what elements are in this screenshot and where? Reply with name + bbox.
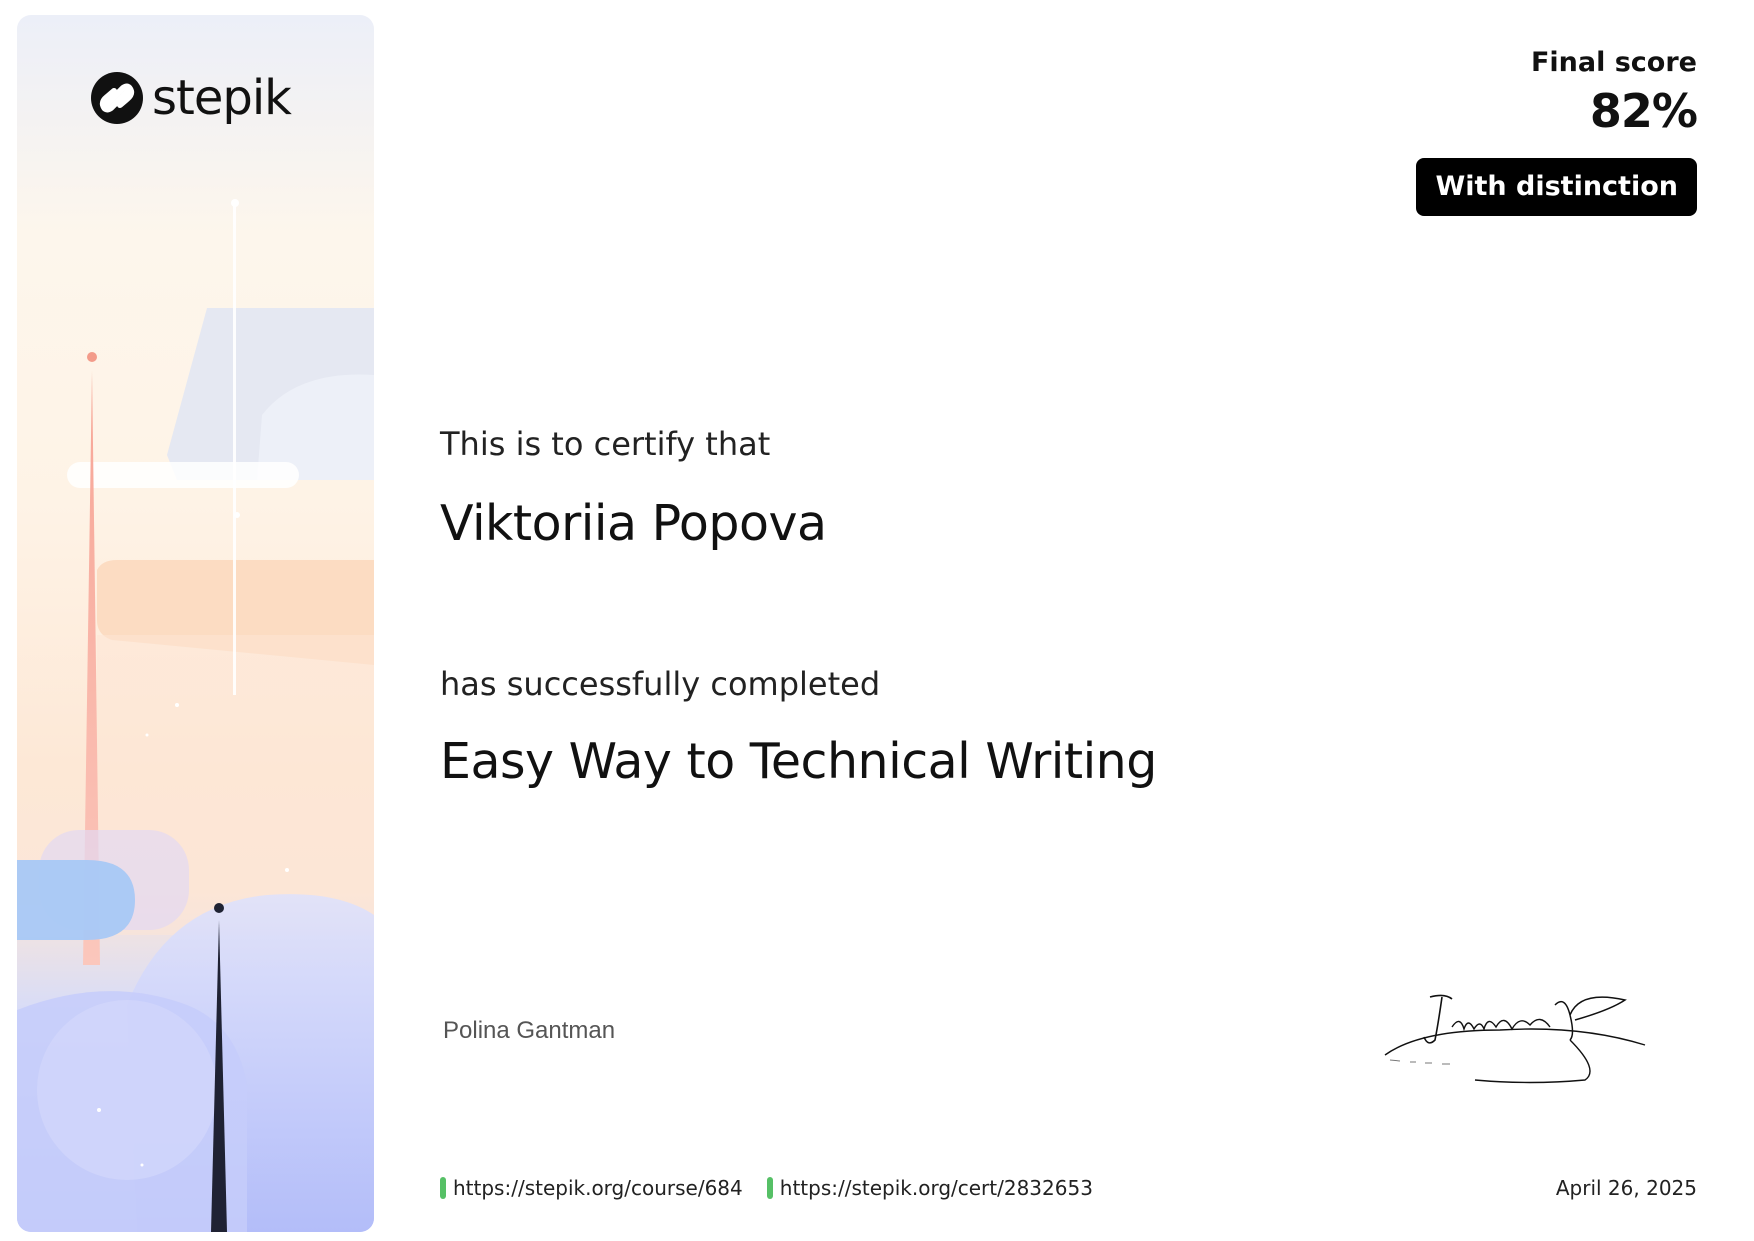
stepik-wordmark: stepik [152,70,292,126]
issue-date: April 26, 2025 [1555,1176,1697,1200]
course-link[interactable]: https://stepik.org/course/684 [440,1176,743,1200]
course-link-text[interactable]: https://stepik.org/course/684 [453,1176,743,1200]
footer-links: https://stepik.org/course/684 https://st… [440,1176,1093,1200]
final-score-label: Final score [1530,47,1697,78]
signer-name: Polina Gantman [443,1017,616,1044]
course-title: Easy Way to Technical Writing [440,733,1157,790]
handwritten-signature [1384,994,1646,1084]
decorative-side-panel: stepik [17,15,374,1232]
stepik-logo: stepik [90,70,292,126]
decorative-illustration [17,199,374,1232]
final-score-block: Final score 82% With distinction [1416,47,1698,216]
certify-intro-text: This is to certify that [440,425,771,463]
link-marker-icon [440,1177,446,1199]
certificate-link[interactable]: https://stepik.org/cert/2832653 [766,1176,1093,1200]
certificate-link-text[interactable]: https://stepik.org/cert/2832653 [780,1176,1093,1200]
completed-intro-text: has successfully completed [440,665,881,703]
final-score-value: 82% [1589,83,1698,138]
distinction-badge: With distinction [1416,157,1697,216]
recipient-name: Viktoriia Popova [440,495,827,552]
stepik-logo-icon [91,72,143,124]
link-marker-icon [766,1177,773,1199]
